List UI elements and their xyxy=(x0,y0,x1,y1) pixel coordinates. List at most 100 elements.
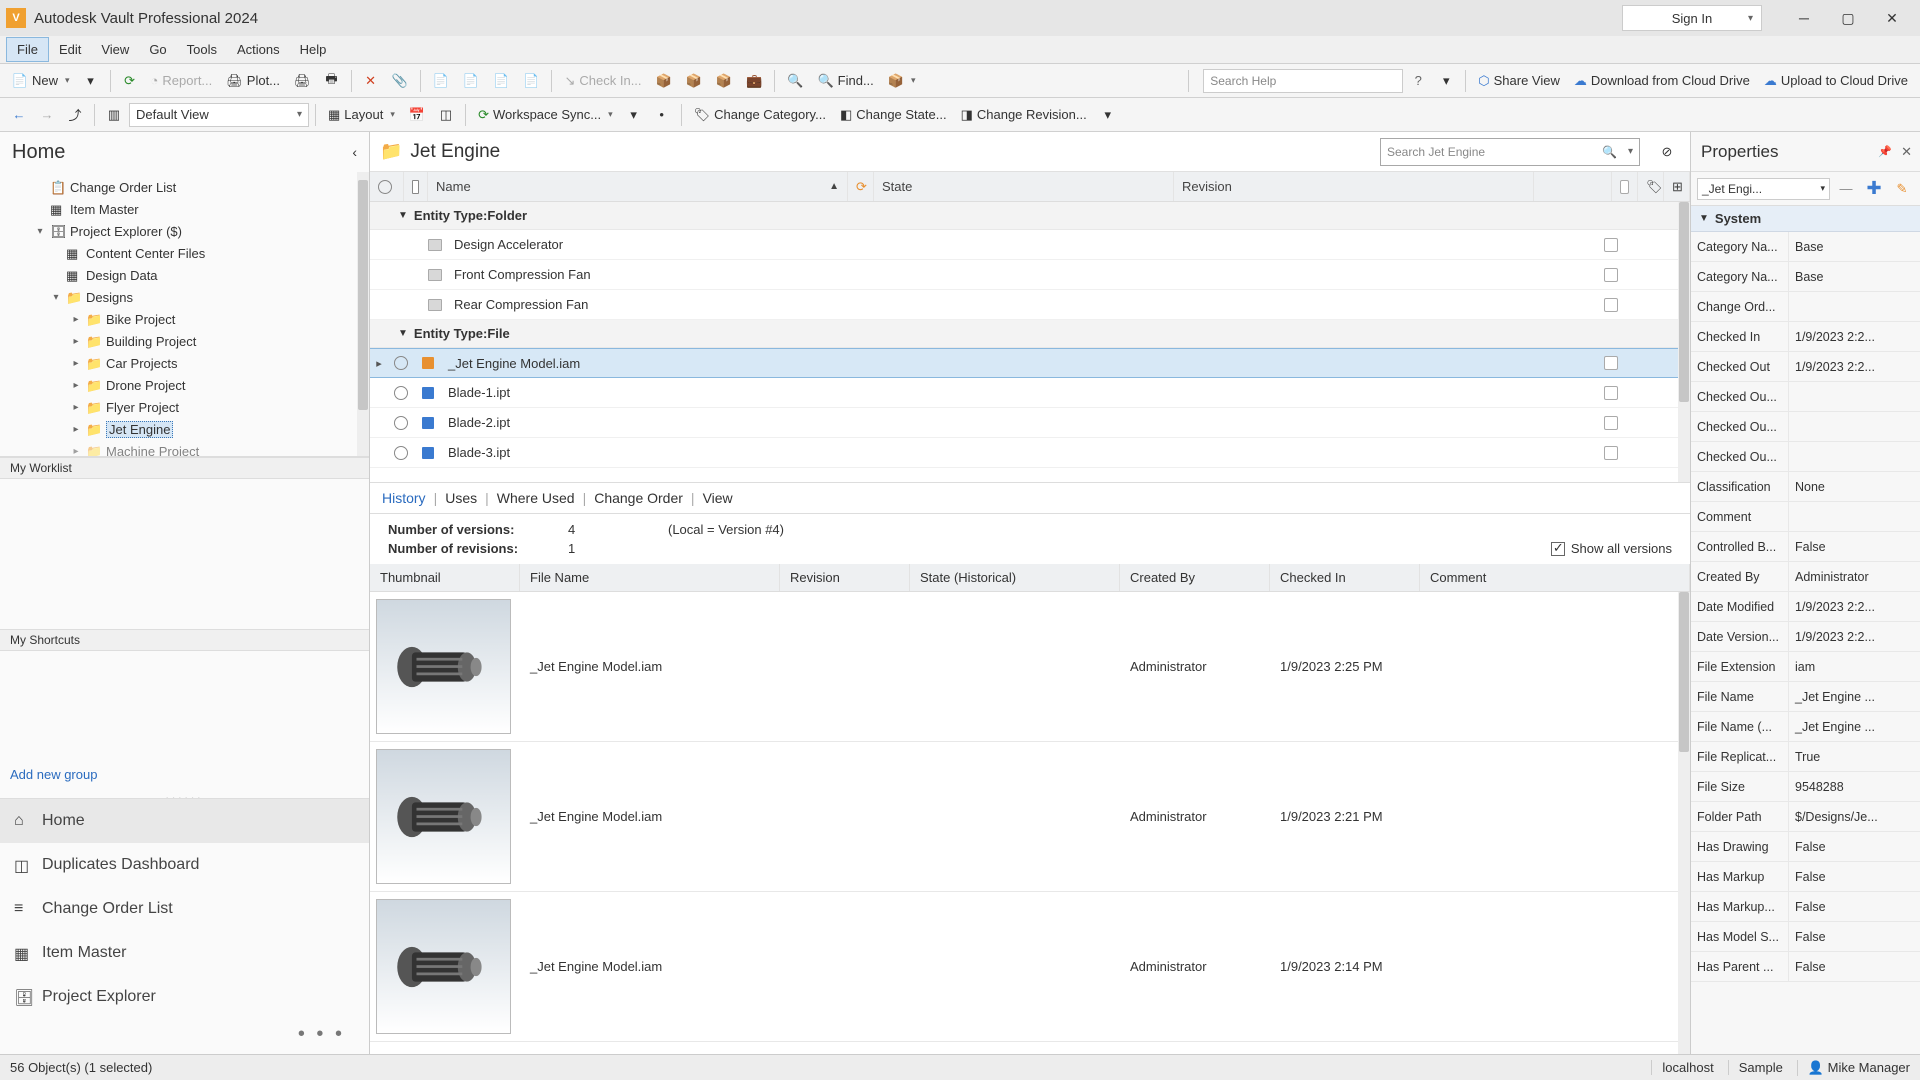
tab-history[interactable]: History xyxy=(382,490,426,506)
props-minus-button[interactable]: — xyxy=(1834,177,1858,201)
tree-item-designs[interactable]: ▾📁Designs xyxy=(20,286,369,308)
property-row[interactable]: Category Na...Base xyxy=(1691,232,1920,262)
expand-icon[interactable]: ▸ xyxy=(70,402,82,413)
shortcuts-header[interactable]: My Shortcuts xyxy=(0,629,369,651)
collapse-icon[interactable]: ▾ xyxy=(34,226,46,237)
tag-col-icon[interactable]: 🏷 xyxy=(1646,179,1663,195)
history-scrollbar[interactable] xyxy=(1678,592,1690,1054)
table-row[interactable]: Blade-1.ipt xyxy=(370,378,1690,408)
property-row[interactable]: Created ByAdministrator xyxy=(1691,562,1920,592)
misc-button[interactable]: ◫ xyxy=(433,102,459,128)
nav-home-button[interactable]: ⌂Home xyxy=(0,799,369,843)
menu-edit[interactable]: Edit xyxy=(49,38,91,61)
tree-item-jet-engine[interactable]: ▸📁Jet Engine xyxy=(20,418,369,440)
property-row[interactable]: Checked Ou... xyxy=(1691,442,1920,472)
doc-action-1-button[interactable]: 📄 xyxy=(427,68,455,94)
menu-actions[interactable]: Actions xyxy=(227,38,290,61)
table-row[interactable]: Rear Compression Fan xyxy=(370,290,1690,320)
expand-icon[interactable]: ▸ xyxy=(70,314,82,325)
expand-icon[interactable]: ▸ xyxy=(70,358,82,369)
pin-icon[interactable]: 📌 xyxy=(1878,145,1892,158)
props-add-button[interactable]: ✚ xyxy=(1862,177,1886,201)
pack-button[interactable]: 📦 xyxy=(882,68,922,94)
property-row[interactable]: File Replicat...True xyxy=(1691,742,1920,772)
settings-col-icon[interactable]: ⊞ xyxy=(1672,179,1683,195)
property-row[interactable]: Has Model S...False xyxy=(1691,922,1920,952)
help-dropdown[interactable]: ▾ xyxy=(1433,68,1459,94)
property-row[interactable]: Comment xyxy=(1691,502,1920,532)
tab-uses[interactable]: Uses xyxy=(445,490,477,506)
forward-button[interactable]: → xyxy=(34,102,60,128)
tab-where-used[interactable]: Where Used xyxy=(497,490,575,506)
view-select[interactable]: Default View xyxy=(129,103,309,127)
delete-button[interactable]: ✕ xyxy=(358,68,384,94)
row-checkbox[interactable] xyxy=(1604,268,1618,282)
property-row[interactable]: File Name_Jet Engine ... xyxy=(1691,682,1920,712)
expand-icon[interactable]: ▸ xyxy=(70,380,82,391)
workspace-sync-dropdown[interactable]: ▾ xyxy=(621,102,647,128)
sign-in-button[interactable]: Sign In xyxy=(1622,5,1762,31)
row-checkbox[interactable] xyxy=(1604,298,1618,312)
group-folder[interactable]: ▼Entity Type:Folder xyxy=(370,202,1690,230)
print-button[interactable]: 🖨 xyxy=(288,68,317,94)
tree-scrollbar[interactable] xyxy=(357,172,369,456)
attach-button[interactable]: 📎 xyxy=(386,68,414,94)
tree-item-machine[interactable]: ▸📁Machine Project xyxy=(20,440,369,457)
hc-created-by[interactable]: Created By xyxy=(1120,564,1270,591)
property-row[interactable]: Date Version...1/9/2023 2:2... xyxy=(1691,622,1920,652)
checkout-2-button[interactable]: 📦 xyxy=(680,68,708,94)
collapse-icon[interactable]: ▾ xyxy=(50,292,62,303)
search-button[interactable]: 🔍 xyxy=(781,68,809,94)
row-checkbox[interactable] xyxy=(1604,416,1618,430)
props-system-header[interactable]: ▼System xyxy=(1691,206,1920,232)
hc-revision[interactable]: Revision xyxy=(780,564,910,591)
change-state-button[interactable]: ◧Change State... xyxy=(834,102,953,128)
col-name[interactable]: Name▲ xyxy=(428,172,848,201)
upload-cloud-button[interactable]: ☁Upload to Cloud Drive xyxy=(1758,68,1914,94)
table-row[interactable]: Design Accelerator xyxy=(370,230,1690,260)
checkout-1-button[interactable]: 📦 xyxy=(650,68,678,94)
download-cloud-button[interactable]: ☁Download from Cloud Drive xyxy=(1568,68,1756,94)
workspace-sync-button[interactable]: ⟳Workspace Sync... xyxy=(472,102,619,128)
property-row[interactable]: Category Na...Base xyxy=(1691,262,1920,292)
property-row[interactable]: Checked Out1/9/2023 2:2... xyxy=(1691,352,1920,382)
expand-icon[interactable]: ▸ xyxy=(70,336,82,347)
hc-state[interactable]: State (Historical) xyxy=(910,564,1120,591)
panel-toggle-button[interactable]: ▥ xyxy=(101,102,127,128)
tree-item-item-master[interactable]: ▦Item Master xyxy=(20,198,369,220)
plot-button[interactable]: 🖨Plot... xyxy=(220,68,286,94)
properties-item-select[interactable]: _Jet Engi... xyxy=(1697,178,1830,200)
refresh-icon[interactable]: ⟳ xyxy=(856,179,867,195)
property-row[interactable]: Checked Ou... xyxy=(1691,382,1920,412)
nav-duplicates-button[interactable]: ◫Duplicates Dashboard xyxy=(0,843,369,887)
report-button[interactable]: ◔Report... xyxy=(145,68,219,94)
history-row[interactable]: _Jet Engine Model.iamAdministrator1/9/20… xyxy=(370,742,1690,892)
change-revision-dropdown[interactable]: ▾ xyxy=(1095,102,1121,128)
expand-icon[interactable]: ▸ xyxy=(70,446,82,457)
minimize-button[interactable]: ─ xyxy=(1782,3,1826,33)
checkout-4-button[interactable]: 💼 xyxy=(740,68,768,94)
menu-file[interactable]: File xyxy=(6,37,49,62)
property-row[interactable]: File Extensioniam xyxy=(1691,652,1920,682)
tree-item-drone[interactable]: ▸📁Drone Project xyxy=(20,374,369,396)
property-row[interactable]: File Name (..._Jet Engine ... xyxy=(1691,712,1920,742)
tab-view[interactable]: View xyxy=(703,490,733,506)
maximize-button[interactable]: ▢ xyxy=(1826,3,1870,33)
property-row[interactable]: Change Ord... xyxy=(1691,292,1920,322)
property-row[interactable]: Controlled B...False xyxy=(1691,532,1920,562)
tree-item-change-order-list[interactable]: 📋Change Order List xyxy=(20,176,369,198)
row-checkbox[interactable] xyxy=(1604,356,1618,370)
nav-item-master-button[interactable]: ▦Item Master xyxy=(0,931,369,975)
save-button[interactable]: 🖶 xyxy=(319,68,345,94)
collapse-icon[interactable]: ▼ xyxy=(1699,213,1709,224)
property-row[interactable]: Folder Path$/Designs/Je... xyxy=(1691,802,1920,832)
property-row[interactable]: Date Modified1/9/2023 2:2... xyxy=(1691,592,1920,622)
worklist-header[interactable]: My Worklist xyxy=(0,457,369,479)
close-button[interactable]: ✕ xyxy=(1870,3,1914,33)
menu-help[interactable]: Help xyxy=(290,38,337,61)
property-row[interactable]: Has Parent ...False xyxy=(1691,952,1920,982)
calendar-button[interactable]: 📅 xyxy=(403,102,431,128)
property-row[interactable]: Checked Ou... xyxy=(1691,412,1920,442)
menu-tools[interactable]: Tools xyxy=(177,38,227,61)
search-help-input[interactable]: Search Help xyxy=(1203,69,1403,93)
